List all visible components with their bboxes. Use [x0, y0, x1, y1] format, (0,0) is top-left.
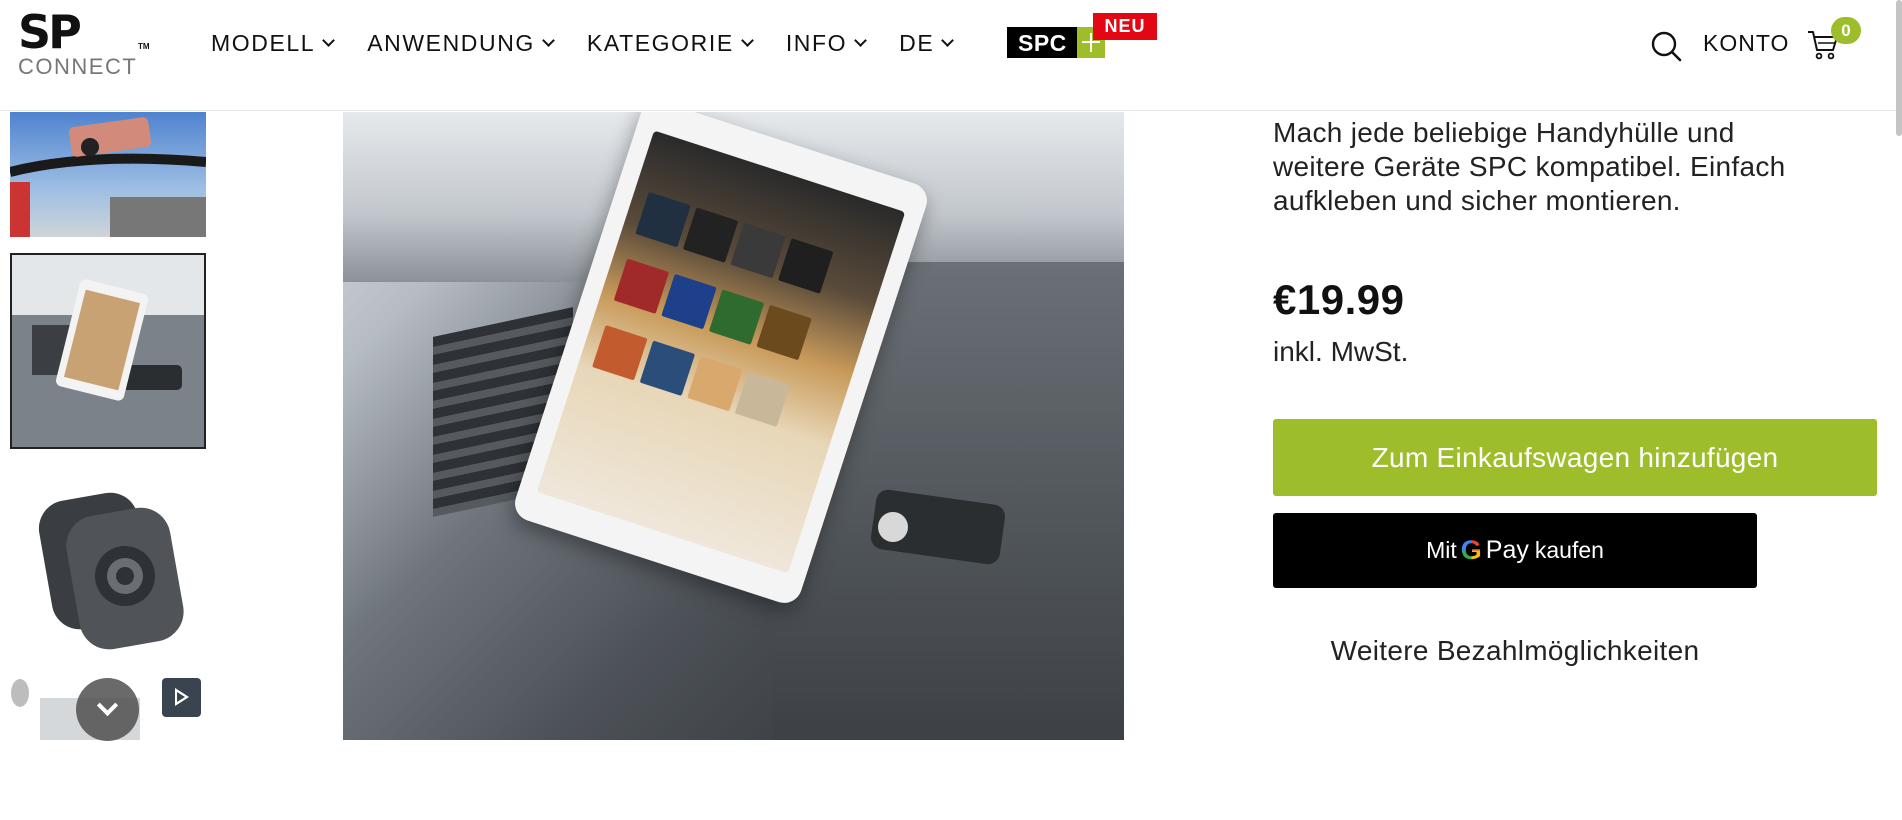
spc-plus-link[interactable]: SPC: [1007, 27, 1105, 58]
gpay-prefix: Mit: [1426, 537, 1457, 563]
nav-item-kategorie[interactable]: KATEGORIE: [586, 29, 754, 57]
logo-trademark: TM: [138, 42, 150, 51]
google-g-icon: G: [1460, 535, 1482, 565]
account-link[interactable]: KONTO: [1703, 30, 1789, 57]
google-pay-button[interactable]: Mit G Pay kaufen: [1273, 513, 1757, 588]
thumbnail-bike-mount[interactable]: [10, 112, 206, 237]
thumbnail-car-tablet[interactable]: [10, 253, 206, 449]
chevron-down-icon: [854, 33, 868, 47]
language-selector[interactable]: DE: [899, 29, 955, 57]
car-tablet-photo: [12, 255, 204, 447]
nav-item-label: MODELL: [211, 29, 316, 56]
nav-item-label: KATEGORIE: [586, 29, 734, 56]
adhesive-mount-photo: [38, 492, 184, 650]
page-scrollbar[interactable]: [1896, 0, 1902, 136]
main-nav: MODELL ANWENDUNG KATEGORIE INFO DE: [211, 28, 986, 58]
tax-note: inkl. MwSt.: [1273, 336, 1409, 367]
bike-photo: [10, 112, 206, 237]
product-description: Mach jede beliebige Handyhülle und weite…: [1273, 117, 1786, 216]
new-badge: NEU: [1093, 13, 1157, 40]
search-icon[interactable]: [1650, 30, 1682, 62]
product-price: €19.99: [1273, 276, 1405, 323]
site-header: SP TM CONNECT MODELL ANWENDUNG KATEGORIE…: [0, 0, 1902, 111]
thumbnail-gallery: [10, 112, 206, 740]
nav-item-label: INFO: [785, 29, 848, 56]
thumbnail-scroll-down-button[interactable]: [76, 678, 139, 741]
more-payment-options-link[interactable]: Weitere Bezahlmöglichkeiten: [1273, 635, 1757, 667]
gpay-pay-label: Pay: [1485, 536, 1529, 564]
chevron-down-icon: [322, 33, 336, 47]
chevron-down-icon: [740, 33, 754, 47]
nav-item-anwendung[interactable]: ANWENDUNG: [367, 29, 555, 57]
logo-subtitle: CONNECT: [18, 54, 138, 79]
logo-mark: SP: [18, 5, 82, 59]
cart-count-badge: 0: [1831, 17, 1861, 44]
sp-connect-logo[interactable]: SP TM CONNECT: [18, 5, 150, 82]
chevron-down-icon: [542, 33, 555, 47]
nav-item-modell[interactable]: MODELL: [211, 29, 336, 57]
play-video-button[interactable]: [162, 678, 201, 717]
gpay-suffix: kaufen: [1534, 537, 1604, 563]
add-to-cart-button[interactable]: Zum Einkaufswagen hinzufügen: [1273, 419, 1877, 496]
language-label: DE: [899, 29, 935, 56]
main-product-image[interactable]: [343, 112, 1124, 740]
chevron-down-icon: [96, 694, 119, 717]
chevron-down-icon: [941, 33, 955, 47]
nav-item-info[interactable]: INFO: [785, 29, 868, 57]
nav-item-label: ANWENDUNG: [367, 29, 535, 56]
thumbnail-adhesive-mount[interactable]: [10, 466, 206, 662]
spc-label: SPC: [1018, 30, 1067, 56]
